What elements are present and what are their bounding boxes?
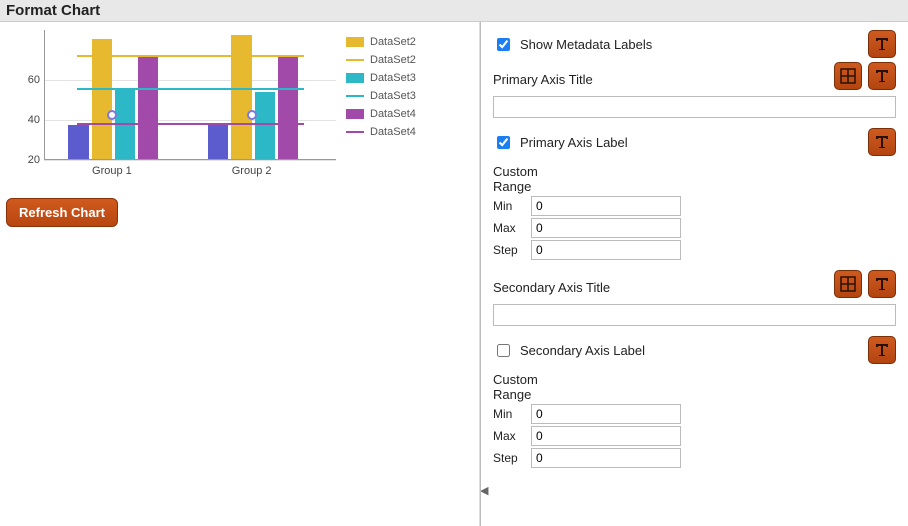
primary-step-input[interactable] [531,240,681,260]
primary-axis-title-input[interactable] [493,96,896,118]
grid-button[interactable] [834,62,862,90]
min-label: Min [493,199,527,213]
text-icon [874,276,890,292]
bar [278,56,298,159]
line-marker [247,110,257,120]
grid-icon [840,276,856,292]
max-label: Max [493,429,527,443]
text-icon [874,342,890,358]
primary-max-input[interactable] [531,218,681,238]
line-marker [107,110,117,120]
max-label: Max [493,221,527,235]
chart-legend: DataSet2 DataSet2 DataSet3 DataSet3 Data… [346,30,416,144]
text-icon [874,134,890,150]
x-category: Group 2 [212,165,292,177]
text-style-button[interactable] [868,128,896,156]
step-label: Step [493,451,527,465]
show-metadata-labels-checkbox[interactable] [497,38,510,51]
ytick-20: 20 [6,154,40,166]
secondary-min-input[interactable] [531,404,681,424]
secondary-axis-label-checkbox[interactable] [497,344,510,357]
custom-range-label: Custom Range [493,372,553,402]
page-title: Format Chart [0,0,908,22]
bar [138,57,158,159]
x-category: Group 1 [72,165,152,177]
primary-axis-label-checkbox[interactable] [497,136,510,149]
text-icon [874,68,890,84]
text-style-button[interactable] [868,336,896,364]
secondary-axis-label-label: Secondary Axis Label [520,343,862,358]
bar [208,125,228,159]
line [77,55,304,57]
bar [231,35,251,159]
text-style-button[interactable] [868,270,896,298]
line [77,123,304,125]
text-style-button[interactable] [868,30,896,58]
secondary-axis-title-input[interactable] [493,304,896,326]
refresh-chart-button[interactable]: Refresh Chart [6,198,118,227]
collapse-handle-icon[interactable]: ◀ [480,484,490,498]
ytick-60: 60 [6,74,40,86]
line [77,88,304,90]
primary-axis-title-label: Primary Axis Title [493,72,828,87]
bar [255,92,275,159]
secondary-step-input[interactable] [531,448,681,468]
text-style-button[interactable] [868,62,896,90]
secondary-axis-title-label: Secondary Axis Title [493,280,828,295]
grid-button[interactable] [834,270,862,298]
primary-min-input[interactable] [531,196,681,216]
ytick-40: 40 [6,114,40,126]
custom-range-label: Custom Range [493,164,553,194]
min-label: Min [493,407,527,421]
show-metadata-labels-label: Show Metadata Labels [520,37,862,52]
primary-axis-label-label: Primary Axis Label [520,135,862,150]
step-label: Step [493,243,527,257]
bar [68,125,88,159]
text-icon [874,36,890,52]
secondary-max-input[interactable] [531,426,681,446]
chart-preview: 20 40 60 [6,30,336,180]
grid-icon [840,68,856,84]
